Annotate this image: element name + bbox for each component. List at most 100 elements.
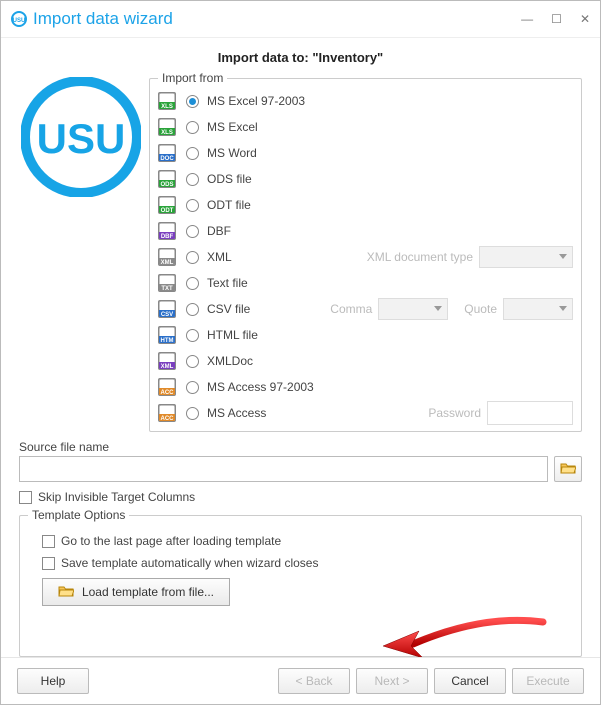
titlebar: USU Import data wizard — ☐ ✕ <box>1 1 600 38</box>
format-row-doc: DOC MS Word <box>158 141 573 165</box>
format-label-xlsx: MS Excel <box>207 120 258 134</box>
format-row-xlsx: XLS MS Excel <box>158 115 573 139</box>
format-radio-mdb[interactable] <box>186 407 199 420</box>
format-label-html: HTML file <box>207 328 258 342</box>
svg-text:ACC: ACC <box>161 390 175 396</box>
cancel-button[interactable]: Cancel <box>434 668 506 694</box>
go-last-page-checkbox[interactable] <box>42 535 55 548</box>
csv-quote-label: Quote <box>464 302 497 316</box>
svg-text:TXT: TXT <box>161 286 173 292</box>
svg-text:USU: USU <box>13 18 26 24</box>
svg-text:USU: USU <box>37 115 126 162</box>
format-row-xml: XMLXMLXML document type <box>158 245 573 269</box>
auto-save-template-checkbox[interactable] <box>42 557 55 570</box>
svg-text:XLS: XLS <box>161 130 173 136</box>
format-row-csv: CSV CSV file Comma Quote <box>158 297 573 321</box>
csv-file-icon: CSV <box>158 300 176 318</box>
format-row-ods: ODS ODS file <box>158 167 573 191</box>
svg-text:XLS: XLS <box>161 104 173 110</box>
format-radio-txt[interactable] <box>186 277 199 290</box>
svg-text:DBF: DBF <box>161 234 174 240</box>
ods-file-icon: ODS <box>158 170 176 188</box>
svg-text:HTM: HTM <box>161 338 174 344</box>
format-label-mdb97: MS Access 97-2003 <box>207 380 314 394</box>
load-template-label: Load template from file... <box>82 585 214 599</box>
format-label-xmldoc: XMLDoc <box>207 354 253 368</box>
usu-logo: USU <box>21 77 141 197</box>
back-button[interactable]: < Back <box>278 668 350 694</box>
svg-text:CSV: CSV <box>161 312 173 318</box>
close-button[interactable]: ✕ <box>580 12 590 26</box>
format-row-xmldoc: XML XMLDoc <box>158 349 573 373</box>
csv-comma-label: Comma <box>330 302 372 316</box>
format-row-mdb97: ACC MS Access 97-2003 <box>158 375 573 399</box>
svg-text:XML: XML <box>161 364 174 370</box>
format-row-mdb: ACC MS Access Password <box>158 401 573 425</box>
format-radio-html[interactable] <box>186 329 199 342</box>
page-subtitle: Import data to: "Inventory" <box>19 50 582 65</box>
go-last-page-label: Go to the last page after loading templa… <box>61 534 281 548</box>
source-file-input[interactable] <box>19 456 548 482</box>
execute-button[interactable]: Execute <box>512 668 584 694</box>
maximize-button[interactable]: ☐ <box>551 12 562 26</box>
svg-text:XML: XML <box>161 260 174 266</box>
format-radio-doc[interactable] <box>186 147 199 160</box>
source-file-label: Source file name <box>19 440 582 454</box>
csv-quote-select[interactable] <box>503 298 573 320</box>
xls-file-icon: XLS <box>158 92 176 110</box>
access-password-input[interactable] <box>487 401 573 425</box>
format-label-txt: Text file <box>207 276 248 290</box>
format-radio-dbf[interactable] <box>186 225 199 238</box>
folder-open-icon <box>560 461 576 478</box>
svg-text:DOC: DOC <box>160 156 174 162</box>
format-label-dbf: DBF <box>207 224 231 238</box>
format-row-dbf: DBF DBF <box>158 219 573 243</box>
xlsx-file-icon: XLS <box>158 118 176 136</box>
wizard-window: USU Import data wizard — ☐ ✕ Import data… <box>0 0 601 705</box>
next-button[interactable]: Next > <box>356 668 428 694</box>
template-options-legend: Template Options <box>28 508 129 522</box>
help-button[interactable]: Help <box>17 668 89 694</box>
format-radio-odt[interactable] <box>186 199 199 212</box>
doc-file-icon: DOC <box>158 144 176 162</box>
content-area: Import data to: "Inventory" USU Import f… <box>1 38 600 657</box>
format-radio-xmldoc[interactable] <box>186 355 199 368</box>
html-file-icon: HTM <box>158 326 176 344</box>
minimize-button[interactable]: — <box>521 12 533 26</box>
window-title: Import data wizard <box>33 9 173 29</box>
csv-comma-select[interactable] <box>378 298 448 320</box>
format-radio-xml[interactable] <box>186 251 199 264</box>
format-label-csv: CSV file <box>207 302 250 316</box>
format-label-xls: MS Excel 97-2003 <box>207 94 305 108</box>
format-radio-ods[interactable] <box>186 173 199 186</box>
svg-text:ACC: ACC <box>161 416 175 422</box>
skip-invisible-checkbox[interactable] <box>19 491 32 504</box>
format-row-xls: XLS MS Excel 97-2003 <box>158 89 573 113</box>
format-label-ods: ODS file <box>207 172 252 186</box>
import-from-legend: Import from <box>158 71 227 85</box>
txt-file-icon: TXT <box>158 274 176 292</box>
browse-source-button[interactable] <box>554 456 582 482</box>
load-template-button[interactable]: Load template from file... <box>42 578 230 606</box>
format-row-html: HTM HTML file <box>158 323 573 347</box>
format-row-odt: ODTODT file <box>158 193 573 217</box>
format-row-txt: TXT Text file <box>158 271 573 295</box>
xml-doc-type-select[interactable] <box>479 246 573 268</box>
format-radio-xlsx[interactable] <box>186 121 199 134</box>
footer-bar: Help < Back Next > Cancel Execute <box>1 657 600 704</box>
svg-text:ODS: ODS <box>160 182 173 188</box>
odt-file-icon: ODT <box>158 196 176 214</box>
skip-invisible-label: Skip Invisible Target Columns <box>38 490 195 504</box>
format-radio-mdb97[interactable] <box>186 381 199 394</box>
template-options-fieldset: Template Options Go to the last page aft… <box>19 508 582 657</box>
format-label-doc: MS Word <box>207 146 257 160</box>
mdb-file-icon: ACC <box>158 404 176 422</box>
xmldoc-file-icon: XML <box>158 352 176 370</box>
format-radio-csv[interactable] <box>186 303 199 316</box>
svg-text:ODT: ODT <box>161 208 174 214</box>
access-password-label: Password <box>428 406 481 420</box>
format-radio-xls[interactable] <box>186 95 199 108</box>
import-from-fieldset: Import from XLS MS Excel 97-2003 XLS MS Exc… <box>149 71 582 432</box>
xml-file-icon: XML <box>158 248 176 266</box>
format-label-mdb: MS Access <box>207 406 266 420</box>
